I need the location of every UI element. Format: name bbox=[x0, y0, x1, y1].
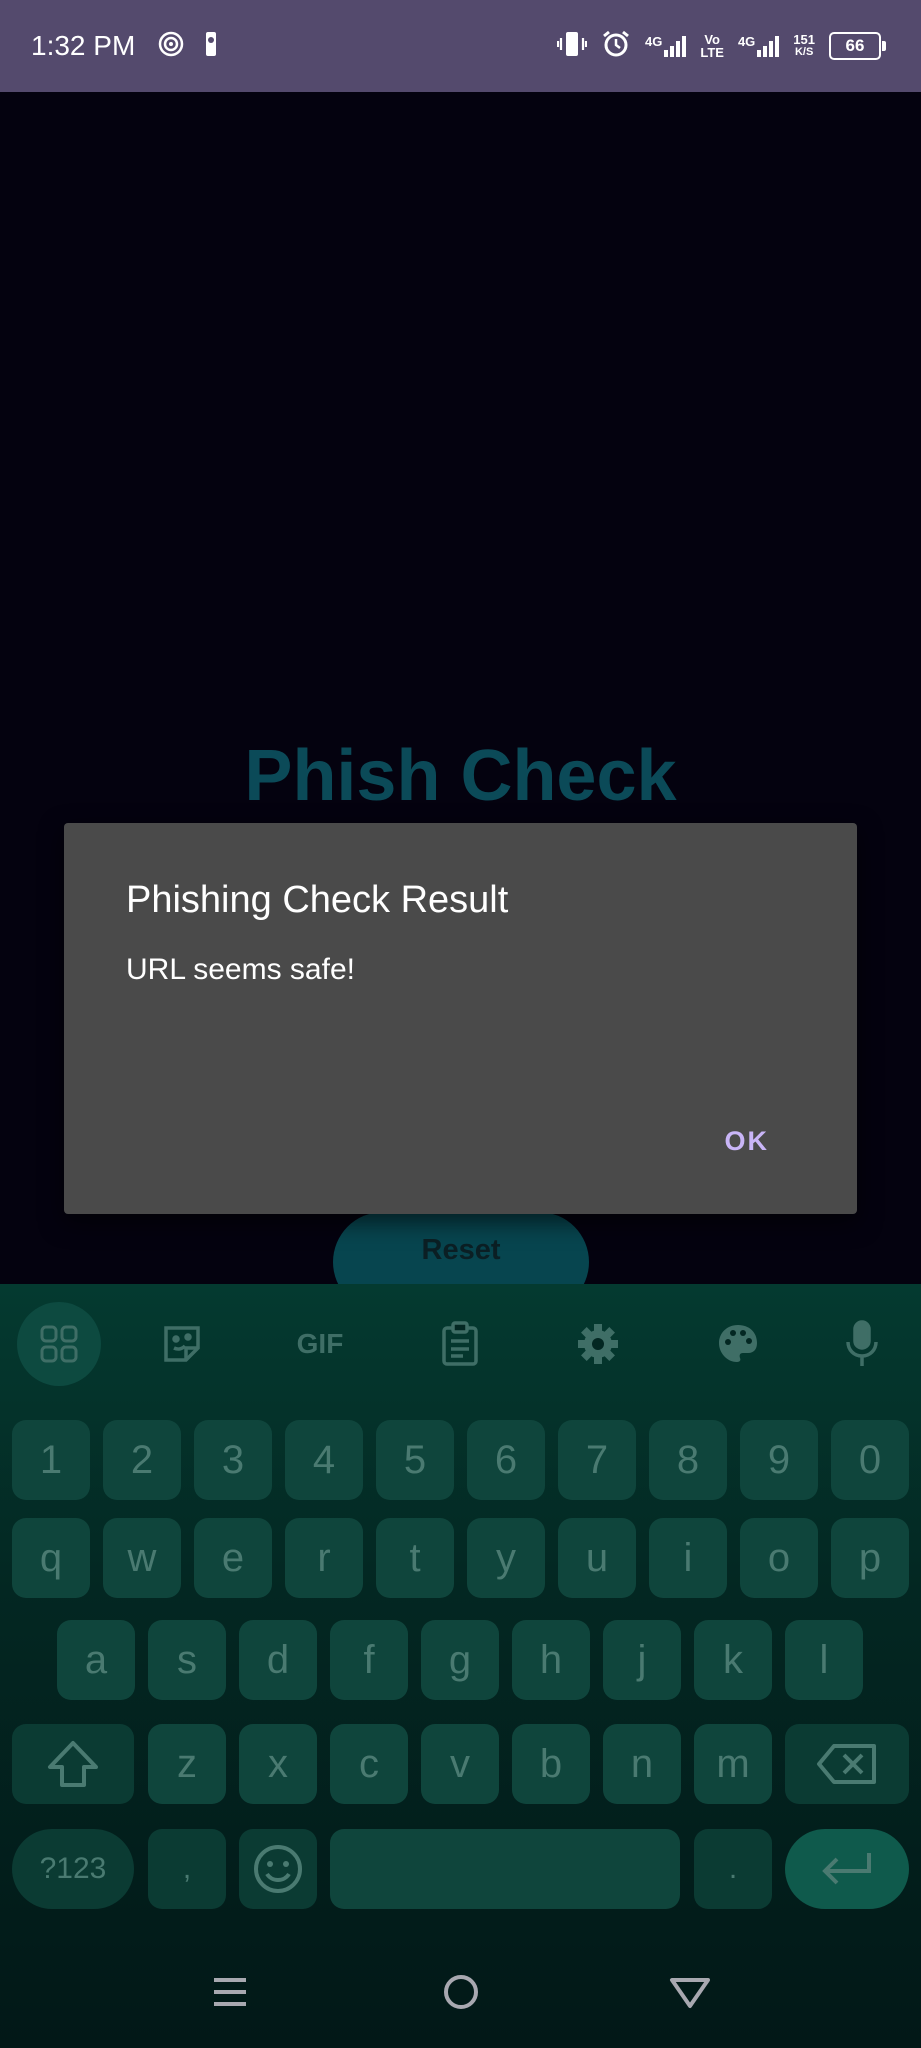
key-u[interactable]: u bbox=[558, 1518, 636, 1598]
apps-grid-icon[interactable] bbox=[17, 1302, 101, 1386]
dialog-title: Phishing Check Result bbox=[126, 879, 509, 921]
signal-icon: 4G bbox=[645, 34, 687, 57]
period-key[interactable]: . bbox=[694, 1829, 772, 1909]
key-l[interactable]: l bbox=[785, 1620, 863, 1700]
key-n[interactable]: n bbox=[603, 1724, 681, 1804]
key-c[interactable]: c bbox=[330, 1724, 408, 1804]
key-i[interactable]: i bbox=[649, 1518, 727, 1598]
network-type-1: 4G bbox=[645, 34, 663, 49]
enter-icon bbox=[822, 1853, 871, 1885]
key-2[interactable]: 2 bbox=[103, 1420, 181, 1500]
speed-value: 151 bbox=[793, 32, 815, 47]
key-9[interactable]: 9 bbox=[740, 1420, 818, 1500]
key-a[interactable]: a bbox=[57, 1620, 135, 1700]
space-bar[interactable] bbox=[330, 1829, 680, 1909]
key-w[interactable]: w bbox=[103, 1518, 181, 1598]
key-b[interactable]: b bbox=[512, 1724, 590, 1804]
key-e[interactable]: e bbox=[194, 1518, 272, 1598]
menu-icon[interactable] bbox=[200, 1962, 260, 2022]
network-speed: 151 K/S bbox=[793, 33, 815, 59]
key-f[interactable]: f bbox=[330, 1620, 408, 1700]
keyboard-toolbar: GIF bbox=[0, 1284, 921, 1404]
alarm-icon bbox=[601, 29, 631, 64]
vibrate-icon bbox=[556, 30, 588, 63]
key-y[interactable]: y bbox=[467, 1518, 545, 1598]
hotspot-icon bbox=[158, 31, 184, 57]
emoji-icon bbox=[254, 1845, 302, 1893]
key-8[interactable]: 8 bbox=[649, 1420, 727, 1500]
ok-button[interactable]: OK bbox=[725, 1126, 770, 1157]
key-j[interactable]: j bbox=[603, 1620, 681, 1700]
key-s[interactable]: s bbox=[148, 1620, 226, 1700]
app-title: Phish Check bbox=[244, 736, 677, 816]
gif-icon[interactable]: GIF bbox=[278, 1302, 362, 1386]
key-h[interactable]: h bbox=[512, 1620, 590, 1700]
key-o[interactable]: o bbox=[740, 1518, 818, 1598]
key-1[interactable]: 1 bbox=[12, 1420, 90, 1500]
emoji-key[interactable] bbox=[239, 1829, 317, 1909]
key-m[interactable]: m bbox=[694, 1724, 772, 1804]
settings-gear-icon[interactable] bbox=[556, 1302, 640, 1386]
symbols-key[interactable]: ?123 bbox=[12, 1829, 134, 1909]
key-p[interactable]: p bbox=[831, 1518, 909, 1598]
key-t[interactable]: t bbox=[376, 1518, 454, 1598]
shift-key[interactable] bbox=[12, 1724, 134, 1804]
back-icon[interactable] bbox=[660, 1962, 720, 2022]
key-x[interactable]: x bbox=[239, 1724, 317, 1804]
key-4[interactable]: 4 bbox=[285, 1420, 363, 1500]
microphone-icon[interactable] bbox=[820, 1302, 904, 1386]
status-time: 1:32 PM bbox=[31, 30, 136, 61]
volte-bottom: LTE bbox=[700, 45, 724, 60]
enter-key[interactable] bbox=[785, 1829, 909, 1909]
clipboard-icon[interactable] bbox=[418, 1302, 502, 1386]
key-v[interactable]: v bbox=[421, 1724, 499, 1804]
backspace-icon bbox=[817, 1744, 876, 1784]
sticker-icon[interactable] bbox=[140, 1302, 224, 1386]
backspace-key[interactable] bbox=[785, 1724, 909, 1804]
navigation-bar bbox=[0, 1932, 921, 2048]
key-g[interactable]: g bbox=[421, 1620, 499, 1700]
palette-icon[interactable] bbox=[696, 1302, 780, 1386]
key-6[interactable]: 6 bbox=[467, 1420, 545, 1500]
shift-icon bbox=[48, 1741, 98, 1787]
key-d[interactable]: d bbox=[239, 1620, 317, 1700]
key-5[interactable]: 5 bbox=[376, 1420, 454, 1500]
key-z[interactable]: z bbox=[148, 1724, 226, 1804]
status-bar: 1:32 PM 4G Vo LTE 4G 151 K/S 66 bbox=[0, 0, 921, 92]
network-type-2: 4G bbox=[737, 34, 756, 49]
dialog-message: URL seems safe! bbox=[126, 953, 355, 986]
volte-indicator: Vo LTE bbox=[700, 33, 724, 59]
key-k[interactable]: k bbox=[694, 1620, 772, 1700]
result-dialog: Phishing Check Result URL seems safe! OK bbox=[64, 823, 857, 1214]
key-q[interactable]: q bbox=[12, 1518, 90, 1598]
speed-unit: K/S bbox=[794, 46, 814, 58]
home-icon[interactable] bbox=[431, 1962, 491, 2022]
battery-icon: 66 bbox=[829, 32, 886, 60]
key-7[interactable]: 7 bbox=[558, 1420, 636, 1500]
key-3[interactable]: 3 bbox=[194, 1420, 272, 1500]
comma-key[interactable]: , bbox=[148, 1829, 226, 1909]
key-0[interactable]: 0 bbox=[831, 1420, 909, 1500]
key-r[interactable]: r bbox=[285, 1518, 363, 1598]
basketball-icon bbox=[203, 31, 229, 57]
signal-icon-2: 4G bbox=[737, 34, 780, 57]
